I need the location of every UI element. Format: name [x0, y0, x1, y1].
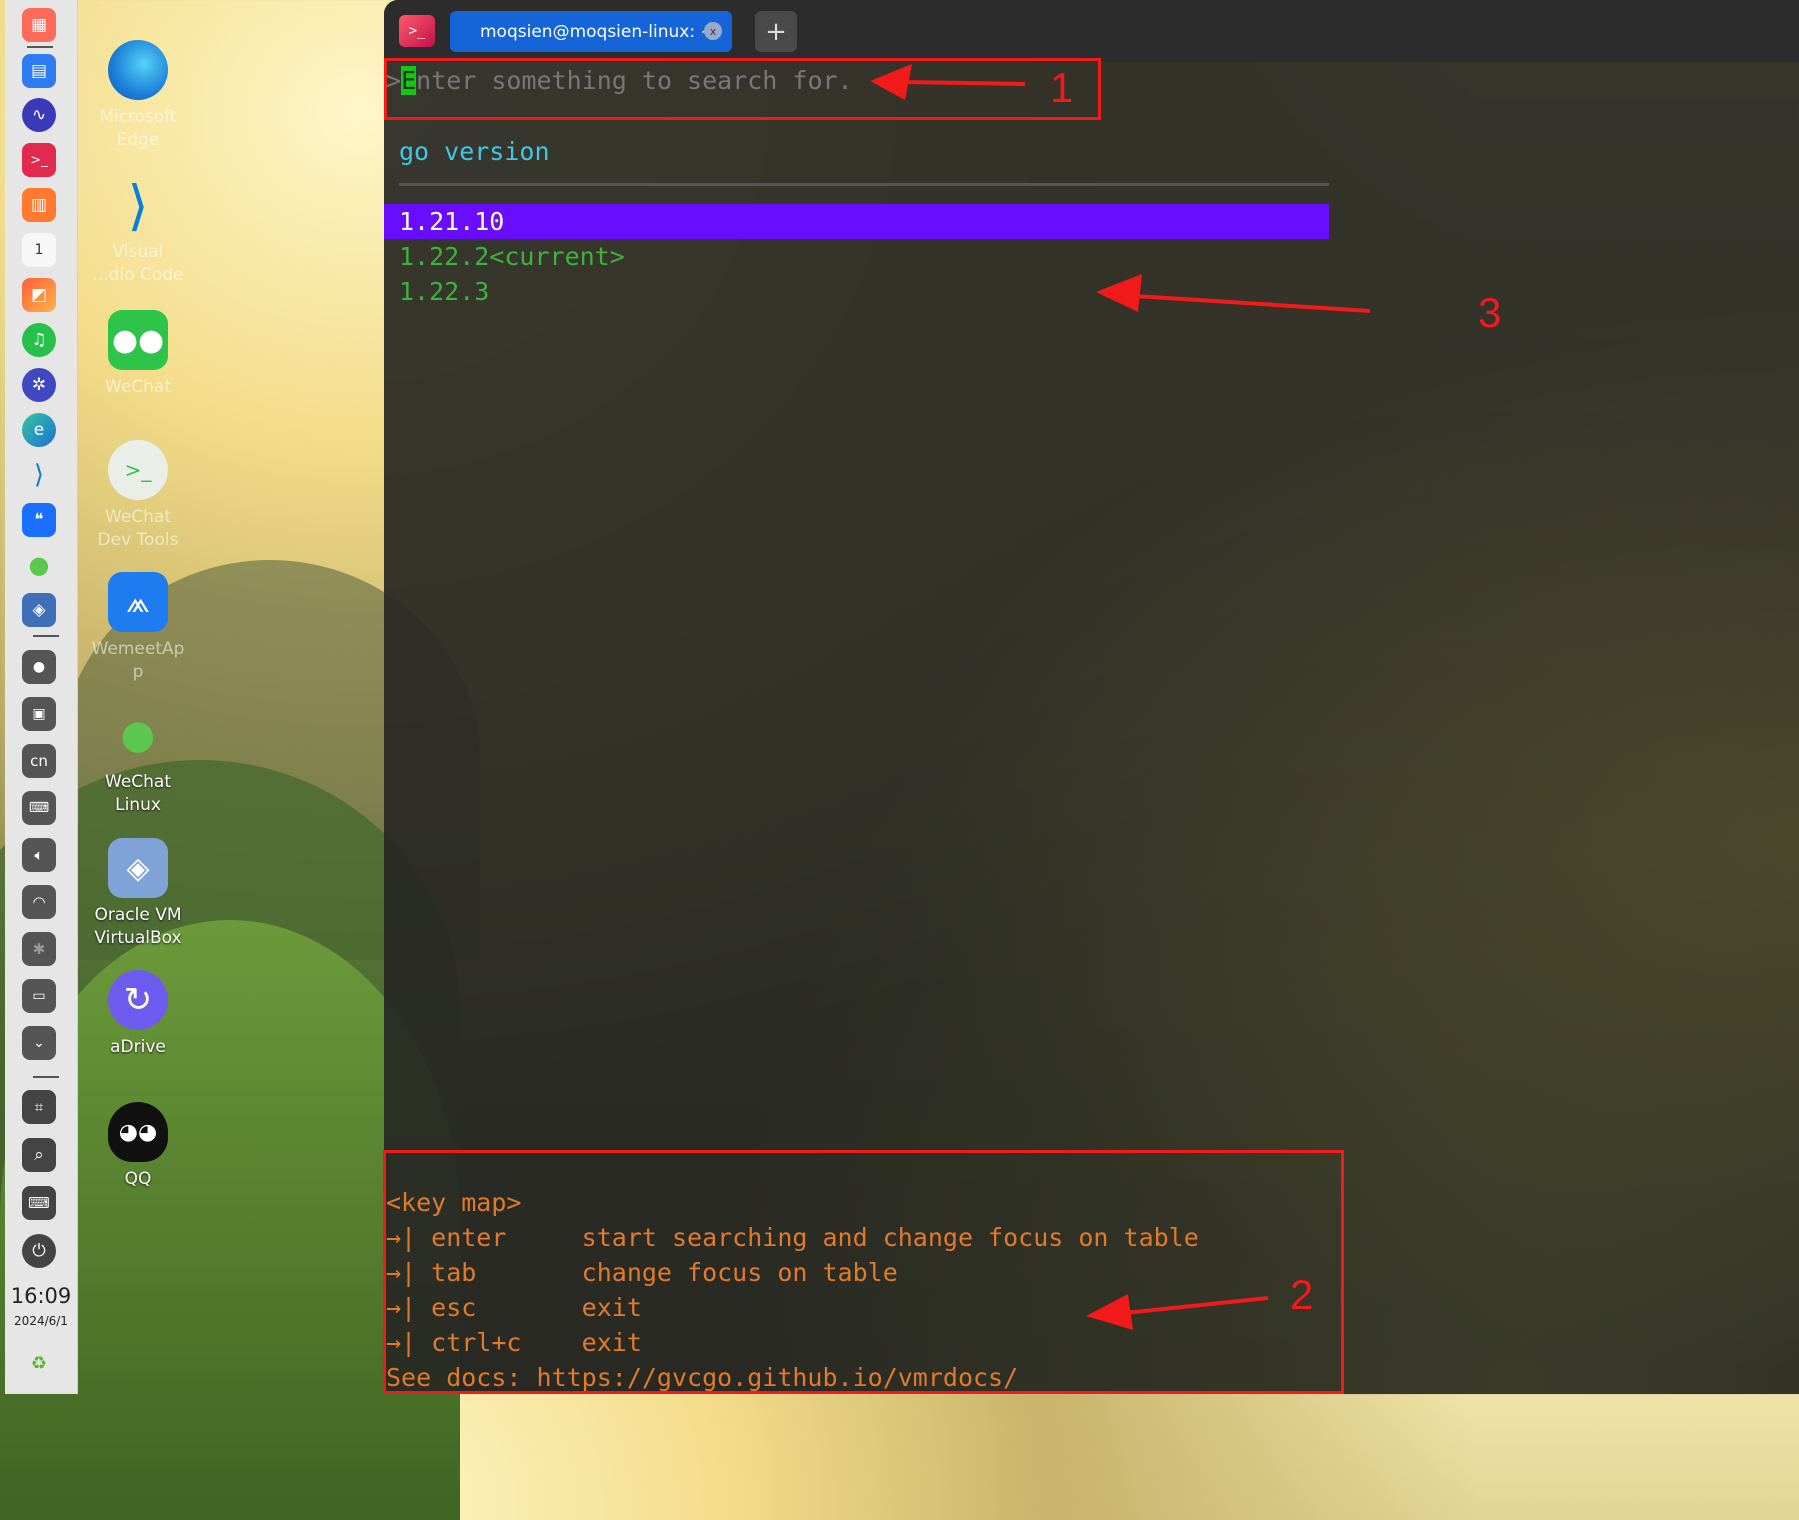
wechat-linux-icon: ● — [120, 712, 156, 758]
music-icon[interactable]: ♫ — [22, 323, 56, 357]
keyboard-icon[interactable]: ⌨ — [22, 1186, 56, 1220]
desktop-item-label: WemeetAp p — [91, 639, 185, 682]
close-icon[interactable]: x — [704, 22, 722, 40]
tab-terminal-session[interactable]: moqsien@moqsien-linux: ~ x — [450, 11, 732, 52]
wechat-tray-icon[interactable]: ● — [22, 650, 56, 684]
new-tab-button[interactable]: + — [755, 11, 797, 52]
wechat-icon[interactable]: ● — [22, 548, 56, 582]
chevron-down-icon[interactable]: ⌄ — [22, 1026, 56, 1060]
terminal-icon[interactable]: >_ — [22, 143, 56, 177]
bluetooth-icon[interactable]: ✱ — [22, 932, 56, 966]
desktop-item-wechat-linux[interactable]: ● WeChat Linux — [88, 705, 188, 817]
app-store-icon[interactable]: ▤ — [22, 54, 56, 88]
wemeet-icon: ⩕ — [108, 572, 168, 632]
desktop-item-wemeet[interactable]: ⩕ WemeetAp p — [88, 572, 188, 684]
edge-icon[interactable]: e — [22, 413, 56, 447]
desktop-item-qq[interactable]: ◕◕ QQ — [88, 1102, 188, 1191]
version-row[interactable]: 1.22.2<current> — [384, 239, 1329, 274]
desktop-item-label: aDrive — [110, 1037, 166, 1057]
settings-icon[interactable]: ✲ — [22, 368, 56, 402]
edge-icon — [108, 40, 168, 100]
desktop-item-wechat-devtools[interactable]: >_ WeChat Dev Tools — [88, 440, 188, 552]
version-row[interactable]: 1.22.3 — [384, 274, 1329, 309]
qq-icon: ◕◕ — [108, 1102, 168, 1162]
desktop-item-label: Visual ...dio Code — [92, 242, 184, 285]
desktop-item-label: WeChat Linux — [105, 772, 171, 815]
desktop-item-label: QQ — [124, 1169, 152, 1189]
desktop-item-label: WeChat Dev Tools — [97, 507, 179, 550]
desktop-item-virtualbox[interactable]: ◈ Oracle VM VirtualBox — [88, 838, 188, 950]
gift-box-icon[interactable]: ▥ — [22, 188, 56, 222]
terminal-app-icon[interactable]: >_ — [399, 15, 435, 47]
clock-date: 2024/6/1 — [14, 1314, 68, 1328]
adrive-icon: ↻ — [108, 970, 168, 1030]
desktop-item-edge[interactable]: Microsoft Edge — [88, 40, 188, 152]
quote-app-icon[interactable]: ❝ — [22, 503, 56, 537]
volume-icon[interactable]: 🔈︎ — [22, 838, 56, 872]
desktop-item-label: WeChat — [105, 377, 171, 397]
virtualbox-icon[interactable]: ◈ — [22, 593, 56, 627]
wechat-icon: ●● — [108, 310, 168, 370]
keyboard-tray-icon[interactable]: ⌨ — [22, 791, 56, 825]
annotation-number-2: 2 — [1290, 1271, 1314, 1318]
trash-icon[interactable]: ♻ — [22, 1346, 56, 1380]
table-heading: go version — [399, 137, 550, 166]
vscode-icon[interactable]: ⟩ — [22, 458, 56, 492]
tab-title: moqsien@moqsien-linux: ~ — [480, 21, 715, 42]
annotation-box-keymap — [383, 1150, 1344, 1394]
terminal-tab-bar: >_ moqsien@moqsien-linux: ~ x + — [384, 0, 1799, 62]
virtualbox-icon: ◈ — [108, 838, 168, 898]
dock: ▦ ▤ ∿ >_ ▥ 1 ◩ ♫ ✲ e ⟩ ❝ ● ◈ ● ▣ cn ⌨ 🔈︎… — [5, 0, 78, 1394]
annotation-number-3: 3 — [1478, 289, 1502, 336]
screenshot-tray-icon[interactable]: ▣ — [22, 697, 56, 731]
dock-separator — [33, 635, 59, 637]
desktop-item-wechat[interactable]: ●● WeChat — [88, 310, 188, 399]
desktop-item-vscode[interactable]: ⟩ Visual ...dio Code — [88, 173, 188, 287]
system-monitor-icon[interactable]: ∿ — [22, 98, 56, 132]
vscode-icon: ⟩ — [127, 173, 149, 237]
desktop-item-adrive[interactable]: ↻ aDrive — [88, 970, 188, 1059]
display-icon[interactable]: ▭ — [22, 979, 56, 1013]
wifi-icon[interactable]: ◠ — [22, 885, 56, 919]
annotation-box-search — [384, 58, 1101, 120]
version-row-selected[interactable]: 1.21.10 — [384, 204, 1329, 239]
search-icon[interactable]: ⌕ — [22, 1138, 56, 1172]
annotation-number-1: 1 — [1050, 64, 1074, 111]
wechat-devtools-icon: >_ — [108, 440, 168, 500]
dock-separator — [33, 1076, 59, 1078]
calendar-icon[interactable]: 1 — [22, 233, 56, 267]
input-method-icon[interactable]: cn — [22, 744, 56, 778]
table-divider — [399, 183, 1329, 186]
dock-separator — [27, 46, 53, 48]
launcher-icon[interactable]: ▦ — [22, 8, 56, 42]
photo-viewer-icon[interactable]: ◩ — [22, 278, 56, 312]
desktop-item-label: Microsoft Edge — [99, 107, 177, 150]
power-icon[interactable]: ⏻ — [22, 1234, 56, 1268]
clock-time: 16:09 — [10, 1284, 72, 1308]
crop-icon[interactable]: ⌗ — [22, 1090, 56, 1124]
desktop-item-label: Oracle VM VirtualBox — [94, 905, 182, 948]
